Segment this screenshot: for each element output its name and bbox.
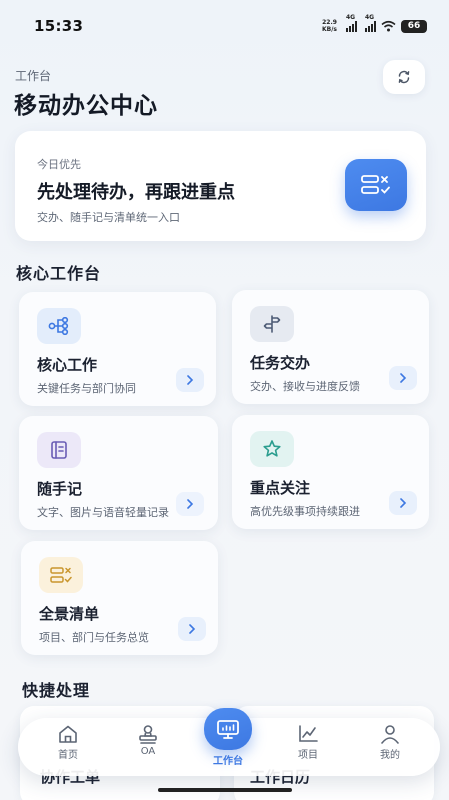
tab-home[interactable]: 首页 xyxy=(38,724,98,761)
refresh-button[interactable] xyxy=(383,60,425,94)
status-bar: 15:33 22.9 KB/s 4G 4G 66 xyxy=(0,0,449,52)
tile-desc: 项目、部门与任务总览 xyxy=(39,631,149,644)
tab-label: 我的 xyxy=(380,750,400,761)
flow-tree-icon xyxy=(37,308,81,344)
tab-label: 首页 xyxy=(58,750,78,761)
tile-title: 全景清单 xyxy=(39,605,100,623)
checklist-icon xyxy=(345,159,407,211)
priority-title: 先处理待办，再跟进重点 xyxy=(37,182,235,203)
home-icon xyxy=(59,725,77,743)
tile-title: 任务交办 xyxy=(250,354,311,372)
tile-core-work[interactable]: 核心工作 关键任务与部门协同 xyxy=(19,292,216,406)
signal-icon: 4G xyxy=(346,14,357,32)
page-eyebrow: 工作台 xyxy=(15,69,52,83)
priority-eyebrow: 今日优先 xyxy=(37,158,81,171)
wifi-icon xyxy=(381,20,396,32)
priority-subtitle: 交办、随手记与清单统一入口 xyxy=(37,211,180,224)
status-time: 15:33 xyxy=(34,17,84,35)
tile-overview-list[interactable]: 全景清单 项目、部门与任务总览 xyxy=(21,541,218,655)
tab-oa[interactable]: OA xyxy=(118,724,178,757)
tile-desc: 文字、图片与语音轻量记录 xyxy=(37,506,169,519)
home-indicator xyxy=(158,788,292,792)
chart-icon xyxy=(299,725,318,742)
tile-key-focus[interactable]: 重点关注 高优先级事项持续跟进 xyxy=(232,415,429,529)
page-title: 移动办公中心 xyxy=(14,93,158,119)
tile-desc: 交办、接收与进度反馈 xyxy=(250,380,360,393)
tile-task-assign[interactable]: 任务交办 交办、接收与进度反馈 xyxy=(232,290,429,404)
chevron-right-icon[interactable] xyxy=(176,492,204,516)
tab-project[interactable]: 项目 xyxy=(278,724,338,761)
battery-icon: 66 xyxy=(401,19,427,33)
tab-label: OA xyxy=(140,746,156,757)
status-icons: 22.9 KB/s 4G 4G 66 xyxy=(322,14,427,33)
tab-label: 项目 xyxy=(298,750,318,761)
tile-quick-note[interactable]: 随手记 文字、图片与语音轻量记录 xyxy=(19,416,218,530)
refresh-icon xyxy=(398,70,410,84)
tile-title: 随手记 xyxy=(37,480,83,498)
tab-workbench-label: 工作台 xyxy=(213,756,243,767)
chevron-right-icon[interactable] xyxy=(176,368,204,392)
chevron-right-icon[interactable] xyxy=(389,491,417,515)
network-speed: 22.9 KB/s xyxy=(322,19,337,33)
checklist-icon xyxy=(39,557,83,593)
quick-section-title: 快捷处理 xyxy=(22,681,91,700)
tab-mine[interactable]: 我的 xyxy=(360,724,420,761)
user-icon xyxy=(381,725,399,744)
chevron-right-icon[interactable] xyxy=(178,617,206,641)
monitor-icon xyxy=(217,720,239,739)
priority-card[interactable]: 今日优先 先处理待办，再跟进重点 交办、随手记与清单统一入口 xyxy=(15,131,426,241)
core-section-title: 核心工作台 xyxy=(16,264,102,283)
star-icon xyxy=(250,431,294,467)
notebook-icon xyxy=(37,432,81,468)
signal-icon: 4G xyxy=(365,14,376,32)
signpost-icon xyxy=(250,306,294,342)
tab-workbench[interactable] xyxy=(204,708,252,750)
tile-desc: 高优先级事项持续跟进 xyxy=(250,505,360,518)
stamp-icon xyxy=(139,725,157,744)
tile-title: 重点关注 xyxy=(250,479,311,497)
tile-desc: 关键任务与部门协同 xyxy=(37,382,136,395)
chevron-right-icon[interactable] xyxy=(389,366,417,390)
tile-title: 核心工作 xyxy=(37,356,98,374)
